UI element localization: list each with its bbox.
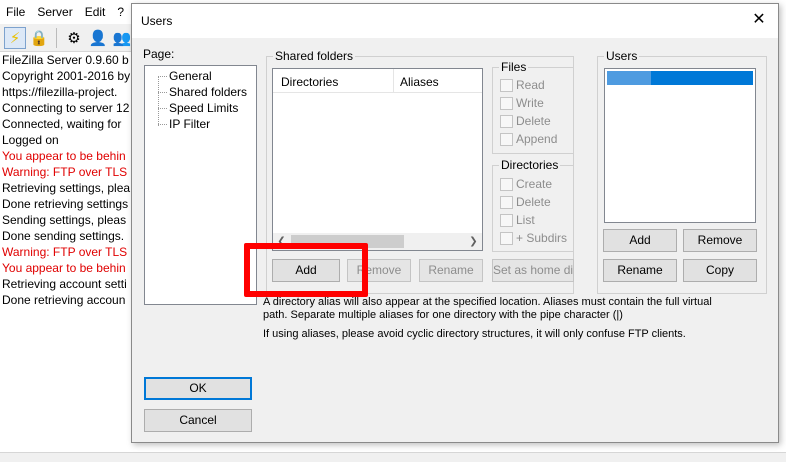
directories-title: Directories — [499, 158, 561, 172]
copy-user-button[interactable]: Copy — [683, 259, 757, 282]
users-dialog: Users ✕ Page: General Shared folders Spe… — [131, 3, 779, 443]
log-line: You appear to be behin — [2, 261, 126, 275]
checkbox-box[interactable] — [500, 213, 513, 227]
log-line: Retrieving account setti — [2, 277, 127, 291]
tree-line — [158, 108, 167, 109]
checkbox-delete-dirs[interactable]: Delete — [500, 195, 551, 209]
checkbox-box[interactable] — [500, 177, 513, 191]
checkbox-label: Append — [516, 132, 558, 146]
column-separator[interactable] — [393, 69, 394, 93]
log-line: FileZilla Server 0.9.60 b — [2, 53, 129, 67]
selected-user-row[interactable] — [607, 71, 753, 85]
groups-icon[interactable]: 👥 — [111, 27, 133, 49]
menu-help[interactable]: ? — [111, 5, 130, 19]
log-line: https://filezilla-project. — [2, 85, 118, 99]
log-line: Sending settings, pleas — [2, 213, 127, 227]
log-line: Done sending settings. — [2, 229, 125, 243]
checkbox-label: Create — [516, 177, 553, 191]
tree-item-speed-limits[interactable]: Speed Limits — [168, 101, 239, 116]
directories-list[interactable]: Directories Aliases ❮ ❯ — [272, 68, 483, 251]
scroll-right-icon[interactable]: ❯ — [465, 233, 482, 250]
remove-user-button[interactable]: Remove — [683, 229, 757, 252]
users-list[interactable] — [604, 68, 756, 223]
menu-file[interactable]: File — [0, 5, 31, 19]
alias-note-line-1: A directory alias will also appear at th… — [263, 296, 712, 308]
checkbox-label: List — [516, 213, 535, 227]
checkbox-create[interactable]: Create — [500, 177, 552, 191]
log-line: You appear to be behin — [2, 149, 126, 163]
checkbox-box[interactable] — [500, 96, 513, 110]
connect-icon[interactable]: ⚡ — [4, 26, 26, 49]
checkbox-label: Read — [516, 78, 545, 92]
log-line: Connected, waiting for — [2, 117, 122, 131]
checkbox-label: + Subdirs — [516, 231, 568, 245]
checkbox-label: Delete — [516, 114, 551, 128]
tree-item-shared-folders[interactable]: Shared folders — [168, 85, 248, 100]
settings-icon[interactable]: ⚙ — [63, 27, 85, 49]
log-line: Connecting to server 12 — [2, 101, 130, 115]
files-title: Files — [499, 60, 529, 74]
checkbox-read[interactable]: Read — [500, 78, 545, 92]
checkbox-subdirs[interactable]: + Subdirs — [500, 231, 567, 245]
set-home-dir-button[interactable]: Set as home dir — [492, 259, 574, 282]
log-line: Done retrieving accoun — [2, 293, 126, 307]
log-line: Warning: FTP over TLS — [2, 165, 128, 179]
checkbox-box[interactable] — [500, 132, 513, 146]
checkbox-box[interactable] — [500, 231, 513, 245]
cancel-button[interactable]: Cancel — [144, 409, 252, 432]
toolbar: ⚡ 🔒 ⚙ 👤 👥 — [0, 24, 140, 52]
tree-line — [158, 92, 167, 93]
checkbox-box[interactable] — [500, 195, 513, 209]
dialog-title: Users — [141, 14, 173, 28]
tree-line — [158, 76, 159, 126]
server-log: FileZilla Server 0.9.60 b Copyright 2001-… — [0, 52, 140, 462]
toolbar-separator — [56, 27, 57, 48]
log-line: Retrieving settings, plea — [2, 181, 131, 195]
ok-button[interactable]: OK — [144, 377, 252, 400]
checkbox-list[interactable]: List — [500, 213, 535, 227]
lock-icon[interactable]: 🔒 — [28, 27, 50, 49]
shared-folders-title: Shared folders — [273, 49, 356, 63]
dialog-titlebar: Users ✕ — [132, 4, 778, 38]
page-tree: General Shared folders Speed Limits IP F… — [144, 65, 257, 305]
tree-item-general[interactable]: General — [168, 69, 213, 84]
highlight-box — [244, 243, 368, 297]
log-line: Logged on — [2, 133, 59, 147]
tree-line — [158, 124, 167, 125]
users-icon[interactable]: 👤 — [87, 27, 109, 49]
users-title: Users — [604, 49, 640, 63]
checkbox-box[interactable] — [500, 78, 513, 92]
alias-note-line-2: path. Separate multiple aliases for one … — [263, 309, 623, 321]
rename-folder-button[interactable]: Rename — [419, 259, 483, 282]
list-header: Directories Aliases — [273, 69, 482, 93]
log-line: Done retrieving settings — [2, 197, 129, 211]
checkbox-append[interactable]: Append — [500, 132, 557, 146]
menu-server[interactable]: Server — [31, 5, 78, 19]
checkbox-label: Delete — [516, 195, 551, 209]
tree-item-ip-filter[interactable]: IP Filter — [168, 117, 211, 132]
log-line: Copyright 2001-2016 by — [2, 69, 131, 83]
menu-edit[interactable]: Edit — [79, 5, 112, 19]
status-bar — [0, 452, 786, 462]
column-aliases[interactable]: Aliases — [400, 75, 439, 89]
checkbox-label: Write — [516, 96, 544, 110]
log-line: Warning: FTP over TLS — [2, 245, 128, 259]
tree-line — [158, 76, 167, 77]
checkbox-box[interactable] — [500, 114, 513, 128]
checkbox-write[interactable]: Write — [500, 96, 544, 110]
checkbox-delete-files[interactable]: Delete — [500, 114, 551, 128]
alias-note-line-3: If using aliases, please avoid cyclic di… — [263, 328, 686, 340]
column-directories[interactable]: Directories — [281, 75, 338, 89]
rename-user-button[interactable]: Rename — [603, 259, 677, 282]
close-icon[interactable]: ✕ — [748, 9, 770, 31]
page-label: Page: — [143, 47, 175, 61]
selected-user-focus — [607, 71, 651, 85]
add-user-button[interactable]: Add — [603, 229, 677, 252]
